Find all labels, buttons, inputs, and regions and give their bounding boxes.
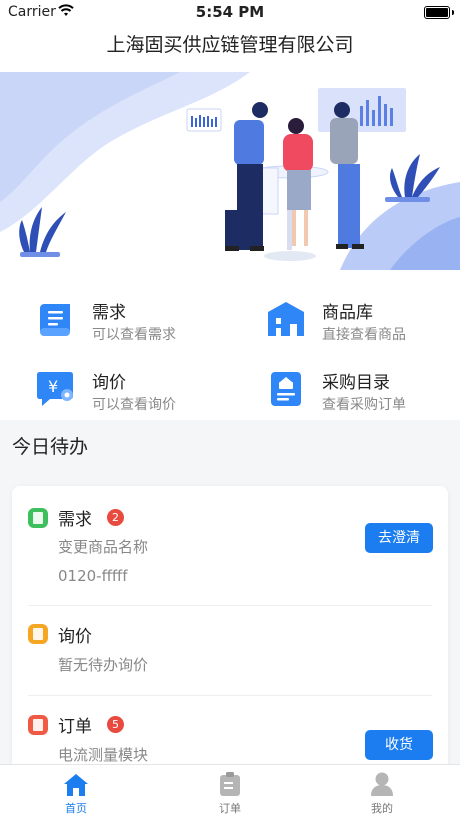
- tab-profile[interactable]: 我的: [322, 765, 442, 819]
- menu-item-subtitle: 直接查看商品: [322, 327, 406, 343]
- menu-item-title: 商品库: [322, 303, 373, 323]
- status-bar: Carrier 5:54 PM: [0, 0, 460, 24]
- todo-item-detail: 电流测量模块: [58, 746, 149, 764]
- nav-bar: 上海固买供应链管理有限公司: [0, 24, 460, 72]
- menu-item-demand[interactable]: 需求 可以查看需求: [36, 292, 256, 352]
- inquiry-dot-icon: [28, 624, 48, 644]
- tab-orders[interactable]: 订单: [170, 765, 290, 819]
- divider: [28, 605, 432, 606]
- menu-item-product-library[interactable]: 商品库 直接查看商品: [266, 292, 460, 352]
- todo-item-name: 需求: [58, 510, 92, 530]
- price-chat-icon: ¥: [37, 372, 73, 406]
- todo-count-badge: 5: [107, 716, 124, 733]
- demand-dot-icon: [28, 508, 48, 528]
- tab-home[interactable]: 首页: [16, 765, 136, 819]
- order-dot-icon: [28, 715, 48, 735]
- tab-label: 首页: [65, 802, 87, 815]
- banner-illustration: [0, 72, 460, 270]
- section-title-today: 今日待办: [12, 436, 89, 458]
- tab-label: 我的: [371, 802, 393, 815]
- profile-icon: [371, 772, 393, 796]
- scroll-list-icon: [40, 304, 70, 336]
- menu-item-subtitle: 查看采购订单: [322, 397, 406, 413]
- battery-icon: [424, 6, 450, 19]
- warehouse-icon: [268, 302, 304, 336]
- receive-button[interactable]: 收货: [365, 730, 433, 760]
- todo-item-name: 订单: [58, 717, 92, 737]
- order-clipboard-icon: [220, 772, 240, 796]
- clock: 5:54 PM: [195, 3, 265, 21]
- tab-label: 订单: [219, 802, 241, 815]
- todo-item-name: 询价: [58, 627, 92, 647]
- page-title: 上海固买供应链管理有限公司: [106, 34, 354, 56]
- menu-item-purchase-catalog[interactable]: 采购目录 查看采购订单: [266, 362, 460, 422]
- todo-count-badge: 2: [107, 509, 124, 526]
- divider: [28, 695, 432, 696]
- todo-card: 需求 2 变更商品名称 0120-fffff 去澄清 询价 暂无待办询价 订单 …: [12, 486, 448, 776]
- todo-item-detail: 0120-fffff: [58, 567, 128, 585]
- banner-art: [0, 72, 460, 270]
- svg-text:¥: ¥: [48, 377, 58, 396]
- menu-item-subtitle: 可以查看需求: [92, 327, 176, 343]
- home-icon: [64, 774, 88, 796]
- menu-item-subtitle: 可以查看询价: [92, 397, 176, 413]
- menu-item-title: 询价: [92, 373, 126, 393]
- tab-bar: 首页 订单 我的: [0, 764, 460, 819]
- menu-item-title: 采购目录: [322, 373, 390, 393]
- todo-item-detail: 暂无待办询价: [58, 656, 149, 674]
- clarify-button[interactable]: 去澄清: [365, 523, 433, 553]
- feature-menu: 需求 可以查看需求 商品库 直接查看商品 ¥ 询价 可以查看询价 采购目录 查看…: [0, 270, 460, 420]
- menu-item-title: 需求: [92, 303, 126, 323]
- todo-item-detail: 变更商品名称: [58, 538, 149, 556]
- basket-document-icon: [271, 372, 301, 406]
- menu-item-inquiry[interactable]: ¥ 询价 可以查看询价: [36, 362, 256, 422]
